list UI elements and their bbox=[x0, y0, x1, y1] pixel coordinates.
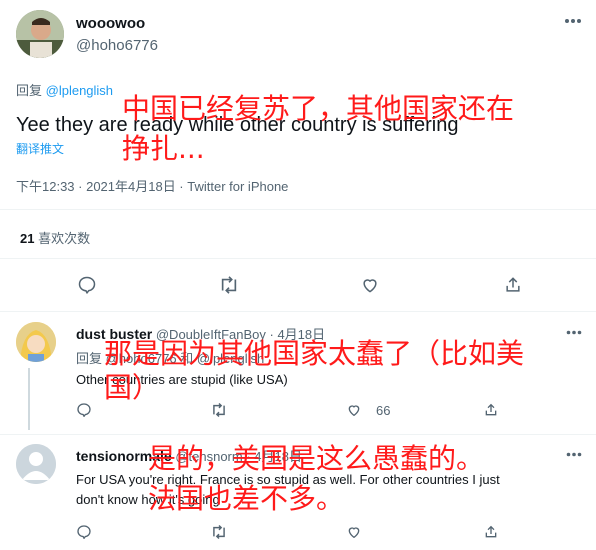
reply-icon[interactable] bbox=[76, 524, 92, 540]
avatar[interactable] bbox=[16, 10, 64, 58]
annotation-line-1: 是的，美国是这么愚蠢的。 bbox=[148, 442, 485, 475]
share-icon[interactable] bbox=[503, 275, 523, 295]
timestamp[interactable]: 下午12:33 · 2021年4月18日 · Twitter for iPhon… bbox=[16, 176, 288, 195]
share-icon[interactable] bbox=[483, 402, 499, 418]
likes-stat[interactable]: 21 喜欢次数 bbox=[20, 228, 90, 247]
retweet-icon[interactable] bbox=[210, 524, 228, 540]
reply-to-link[interactable]: @lplenglish bbox=[46, 83, 113, 98]
avatar[interactable] bbox=[16, 444, 56, 484]
more-icon[interactable] bbox=[566, 330, 582, 335]
reply-icon[interactable] bbox=[76, 402, 92, 418]
more-icon[interactable] bbox=[566, 452, 582, 457]
divider bbox=[0, 209, 596, 210]
avatar-photo bbox=[16, 322, 56, 362]
likes-label: 喜欢次数 bbox=[38, 231, 91, 246]
share-icon[interactable] bbox=[483, 524, 499, 540]
like-count: 66 bbox=[376, 402, 391, 418]
display-name[interactable]: wooowoo bbox=[76, 15, 145, 32]
like-icon[interactable] bbox=[360, 275, 380, 295]
default-avatar-icon bbox=[16, 444, 56, 484]
divider bbox=[0, 311, 596, 312]
handle[interactable]: @hoho6776 bbox=[76, 37, 158, 54]
annotation-line-2: 法国也差不多。 bbox=[148, 482, 345, 515]
avatar[interactable] bbox=[16, 322, 56, 362]
more-icon[interactable] bbox=[564, 18, 582, 24]
reply-prefix: 回复 bbox=[16, 83, 43, 98]
retweet-icon[interactable] bbox=[218, 275, 240, 295]
annotation-line-1: 那是因为其他国家太蠢了（比如美 bbox=[104, 337, 525, 370]
like-icon bbox=[348, 405, 360, 416]
divider bbox=[0, 434, 596, 435]
divider bbox=[0, 258, 596, 259]
translate-link[interactable]: 翻译推文 bbox=[16, 140, 64, 157]
avatar-photo bbox=[16, 10, 64, 58]
like-icon[interactable] bbox=[346, 524, 362, 540]
reply-icon[interactable] bbox=[77, 275, 97, 295]
like-button[interactable]: 66 bbox=[346, 402, 390, 418]
annotation-line-2: 挣扎... bbox=[122, 132, 205, 165]
annotation-line-2: 国） bbox=[104, 371, 161, 404]
reply-context: 回复 @lplenglish bbox=[16, 80, 113, 99]
likes-count: 21 bbox=[20, 231, 35, 246]
annotation-line-1: 中国已经复苏了，其他国家还在 bbox=[122, 92, 515, 125]
retweet-icon[interactable] bbox=[210, 402, 228, 418]
thread-line bbox=[28, 368, 30, 430]
